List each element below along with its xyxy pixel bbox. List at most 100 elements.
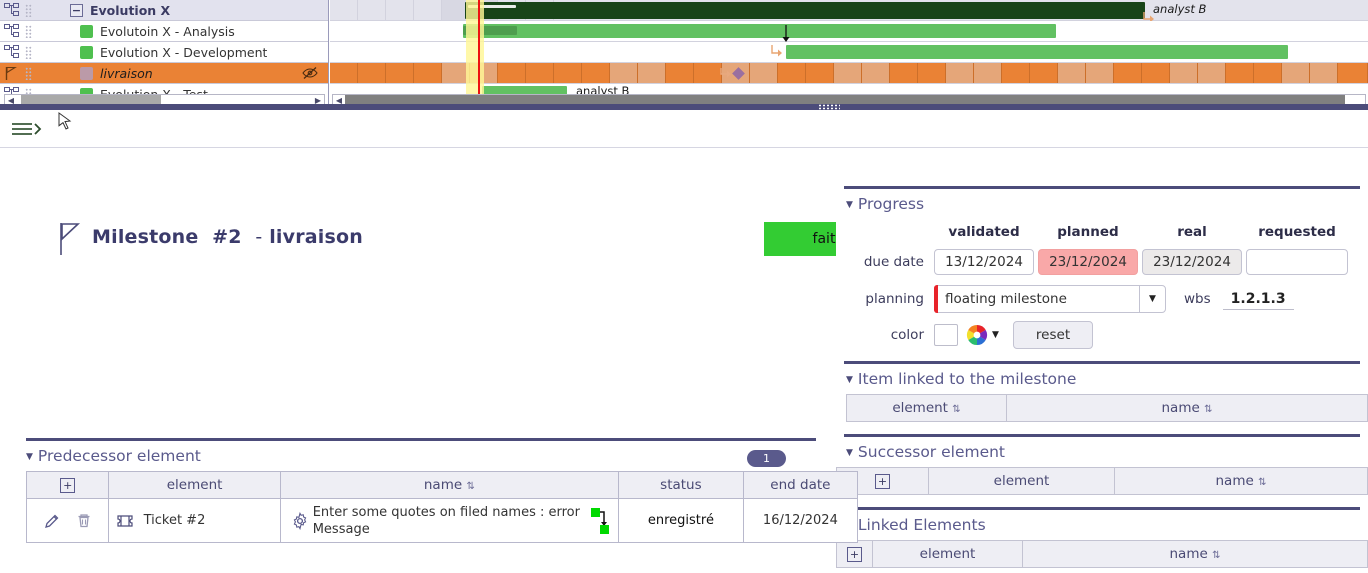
chevron-down-icon[interactable]: ▼ [846,200,853,210]
add-row-button[interactable]: + [60,478,75,493]
drag-grip[interactable] [22,4,34,17]
due-date-validated-input[interactable]: 13/12/2024 [934,249,1034,275]
row-status[interactable]: enregistré [619,499,744,543]
linked-elements-section-title[interactable]: ▼Linked Elements [836,510,1368,540]
add-row-button[interactable]: + [847,547,862,562]
color-swatch[interactable] [934,324,958,346]
gantt-tree-label: Evolution X - Development [100,45,267,60]
sort-icon[interactable]: ⇅ [466,481,474,492]
trash-icon[interactable] [75,512,93,530]
linked-elements-table: + element name ⇅ [836,540,1368,568]
drag-grip[interactable] [22,25,34,38]
col-name[interactable]: name ⇅ [1007,395,1368,422]
gantt-bar-group[interactable] [465,2,1145,19]
table-header-row: + element name ⇅ [837,468,1368,495]
item-linked-section-title[interactable]: ▼ Item linked to the milestone [836,364,1368,394]
section-label: Item linked to the milestone [858,370,1076,388]
gantt-tree-row-development[interactable]: Evolution X - Development [0,42,328,63]
table-header-row: + element name ⇅ status end date [27,472,858,499]
item-linked-table-wrap: element ⇅ name ⇅ [836,394,1368,422]
ticket-icon [117,515,133,527]
col-label: status [660,477,701,493]
gantt-bar-row-analysis[interactable]: analyst B, admin [330,21,1368,42]
chevron-down-icon[interactable]: ▼ [846,448,853,458]
row-name-label: Enter some quotes on filed names : error… [289,504,582,538]
milestone-color-swatch [80,67,93,80]
gantt-bar-row-group[interactable]: analyst B [330,0,1368,21]
sort-icon[interactable]: ⇅ [952,404,960,415]
predecessor-section-title[interactable]: ▼Predecessor element [0,441,832,471]
row-name[interactable]: Enter some quotes on filed names : error… [280,499,618,543]
gantt-grid-cells [330,63,1368,83]
sort-icon[interactable]: ⇅ [1258,477,1266,488]
chevron-down-icon[interactable]: ▼ [1139,286,1165,312]
col-element[interactable]: element [873,541,1023,568]
chevron-down-icon[interactable]: ▼ [26,452,33,462]
planning-select[interactable]: floating milestone ▼ [934,285,1166,313]
gantt-task-tree[interactable]: − Evolution X Evolutoin X - Analysis [0,0,329,110]
gantt-timeline[interactable]: analyst B analyst B, admin [330,0,1368,110]
progress-section-title[interactable]: ▼Progress [836,189,1368,219]
row-end-date[interactable]: 16/12/2024 [743,499,857,543]
hamburger-menu-icon[interactable] [10,119,44,139]
color-wheel-icon[interactable] [966,324,988,346]
expander-icon[interactable]: − [70,4,83,17]
gantt-tree-row-livraison[interactable]: livraison [0,63,328,84]
col-status[interactable]: status [619,472,744,499]
color-label: color [842,327,934,343]
today-line [478,0,480,95]
gantt-link-down-arrow [775,24,797,48]
drag-grip[interactable] [22,67,34,80]
col-label: name [1216,473,1254,489]
gantt-tree-row-analysis[interactable]: Evolutoin X - Analysis [0,21,328,42]
wbs-icon [0,3,22,17]
col-name[interactable]: name ⇅ [1115,468,1368,495]
successor-section-title[interactable]: ▼ Successor element [836,437,1368,467]
flag-icon [0,66,22,81]
table-header-row: + element name ⇅ [837,541,1368,568]
table-row[interactable]: Ticket #2 Enter some quotes on filed nam… [27,499,858,543]
col-label: element [920,546,976,562]
chevron-down-icon[interactable]: ▼ [846,375,853,385]
gantt-bar-row-livraison[interactable] [330,63,1368,84]
wbs-icon [0,45,22,59]
due-date-planned-input[interactable]: 23/12/2024 [1038,249,1138,275]
col-label: name [1170,546,1208,562]
col-element[interactable]: element [929,468,1115,495]
gantt-tree-row-group[interactable]: − Evolution X [0,0,328,21]
wbs-label: wbs [1184,291,1223,307]
due-date-real-input[interactable]: 23/12/2024 [1142,249,1242,275]
predecessor-table-wrap: + element name ⇅ status end date [0,471,832,543]
wbs-icon [0,24,22,38]
due-date-row: due date 13/12/2024 23/12/2024 23/12/202… [842,245,1368,279]
col-element[interactable]: element [109,472,280,499]
add-row-button[interactable]: + [875,474,890,489]
hidden-eye-icon[interactable] [302,66,318,80]
gantt-bar-development[interactable] [786,45,1288,59]
planning-row: planning floating milestone ▼ wbs 1.2.1.… [842,279,1368,319]
milestone-header: Milestone #2 - livraison fait 09/12 2024 [0,110,1368,148]
linked-add-cell[interactable]: + [837,541,873,568]
col-name[interactable]: name ⇅ [1023,541,1368,568]
sort-icon[interactable]: ⇅ [1204,404,1212,415]
col-planned: planned [1038,224,1138,240]
row-element[interactable]: Ticket #2 [109,499,280,543]
gantt-bar-analysis[interactable] [463,24,1056,38]
due-date-requested-input[interactable] [1246,249,1348,275]
gantt-bar-row-development[interactable]: web developer [330,42,1368,63]
col-requested: requested [1246,224,1348,240]
sort-icon[interactable]: ⇅ [1212,550,1220,561]
col-label: element [167,477,223,493]
reset-button[interactable]: reset [1013,321,1093,349]
pencil-icon[interactable] [43,512,61,530]
color-dropdown-arrow[interactable]: ▼ [992,330,999,340]
drag-grip[interactable] [22,46,34,59]
col-element[interactable]: element ⇅ [847,395,1007,422]
predecessor-add-cell[interactable]: + [27,472,109,499]
col-name[interactable]: name ⇅ [280,472,618,499]
progress-column-headers: validated planned real requested [842,219,1368,245]
col-label: name [424,477,462,493]
col-label: element [892,400,948,416]
section-label: Successor element [858,443,1005,461]
col-end-date[interactable]: end date [743,472,857,499]
